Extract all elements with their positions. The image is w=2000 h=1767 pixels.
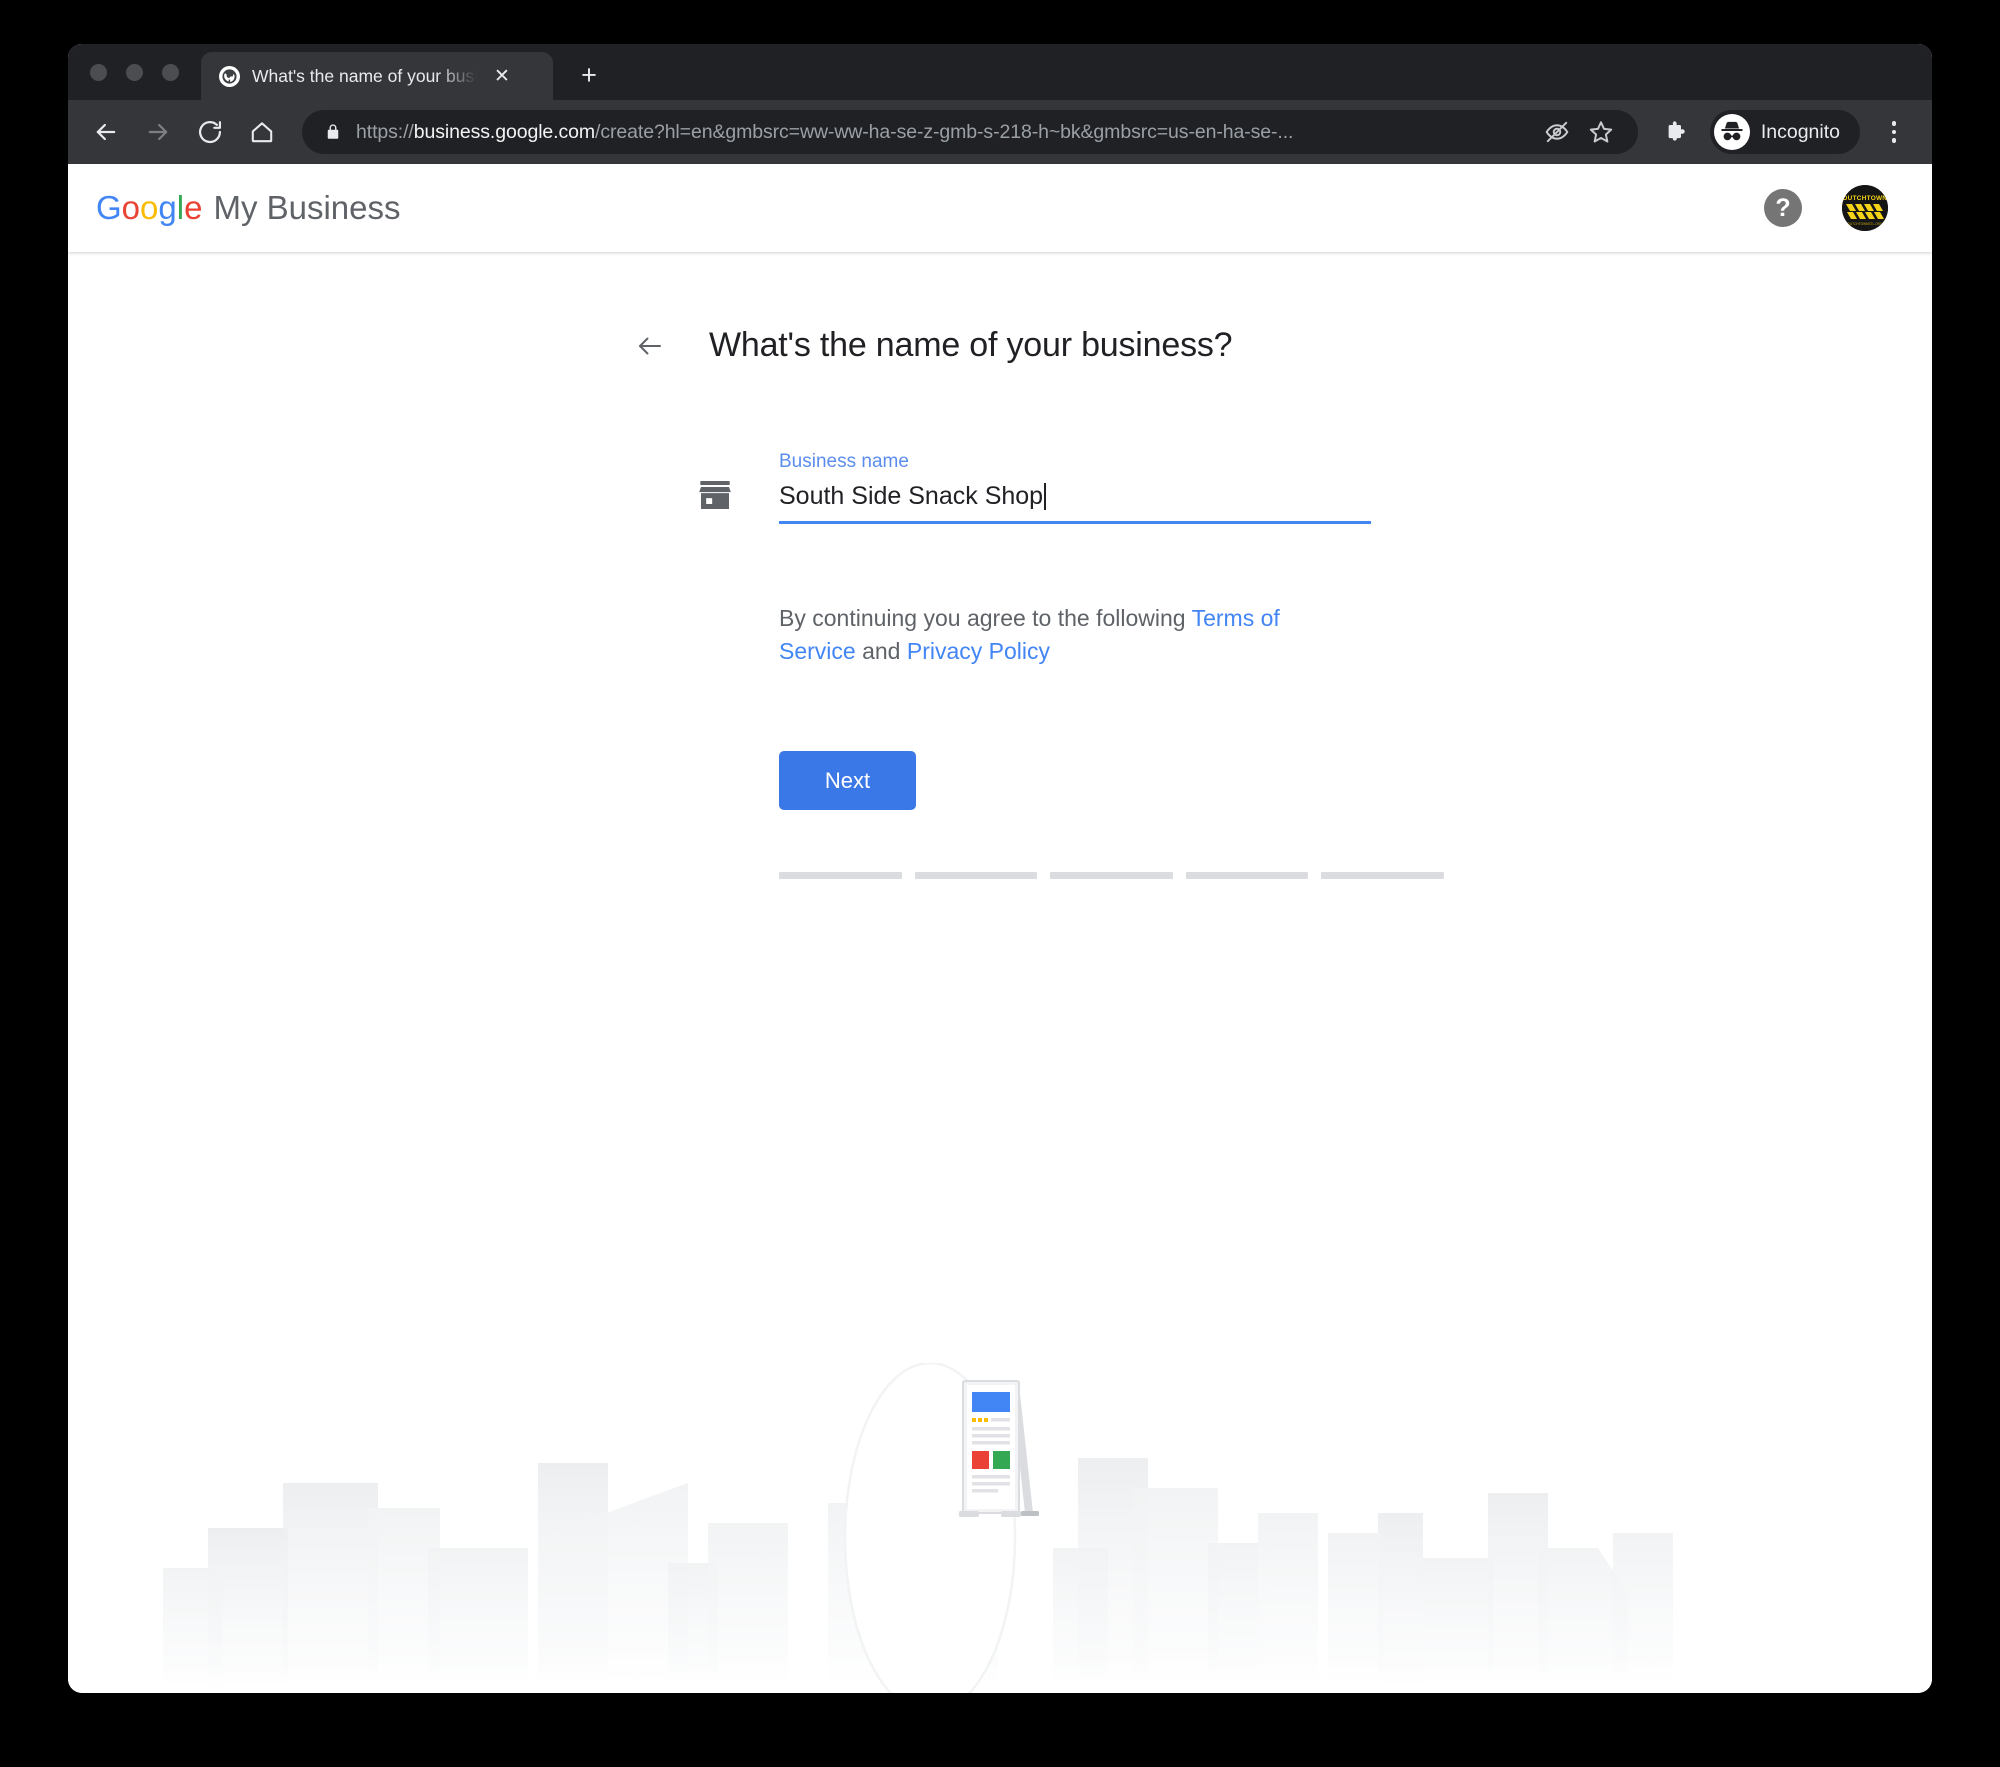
business-name-value: South Side Snack Shop xyxy=(779,482,1044,510)
terms-text: By continuing you agree to the following… xyxy=(635,602,1335,667)
logo-letter-o1: o xyxy=(121,189,141,226)
terms-middle: and xyxy=(855,637,907,664)
progress-segment xyxy=(1321,872,1444,880)
url-text: https://business.google.com/create?hl=en… xyxy=(356,121,1293,144)
tab-strip: What's the name of your busin ✕ + xyxy=(68,44,1932,100)
terms-prefix: By continuing you agree to the following xyxy=(779,605,1192,631)
create-business-form: What's the name of your business? Busine… xyxy=(68,252,1932,880)
question-mark-icon[interactable]: ? xyxy=(1764,189,1802,227)
page-title: What's the name of your business? xyxy=(709,326,1233,364)
logo-letter-e: e xyxy=(184,189,203,226)
address-bar[interactable]: https://business.google.com/create?hl=en… xyxy=(302,110,1638,154)
business-name-field-row: Business name South Side Snack Shop xyxy=(635,451,1371,524)
business-name-field: Business name South Side Snack Shop xyxy=(779,451,1371,524)
incognito-label: Incognito xyxy=(1760,120,1840,143)
form-wrapper: What's the name of your business? Busine… xyxy=(629,326,1444,880)
lock-icon xyxy=(324,123,342,141)
forward-icon[interactable] xyxy=(134,108,182,156)
home-icon[interactable] xyxy=(238,108,286,156)
progress-segment xyxy=(914,872,1038,880)
window-controls xyxy=(90,44,179,100)
business-name-input[interactable]: South Side Snack Shop xyxy=(779,482,1371,524)
google-wordmark: Google xyxy=(96,189,202,227)
sandwich-board-sign-illustration xyxy=(945,1373,1055,1523)
page-content: Google My Business ? DUTCHTOWN DUTCHTOWN… xyxy=(68,164,1932,1693)
url-scheme: https:// xyxy=(356,120,414,143)
privacy-policy-link[interactable]: Privacy Policy xyxy=(907,638,1050,664)
app-header-actions: ? DUTCHTOWN DUTCHTOWNSTL.ORG xyxy=(1764,185,1888,231)
menu-dot xyxy=(1891,129,1897,135)
back-icon[interactable] xyxy=(82,108,130,156)
incognito-hat-icon xyxy=(1713,114,1750,150)
new-tab-button[interactable]: + xyxy=(567,53,611,97)
business-name-label: Business name xyxy=(779,451,909,472)
title-row: What's the name of your business? xyxy=(635,326,1371,365)
logo-letter-g: G xyxy=(96,189,122,226)
text-caret xyxy=(1044,483,1047,510)
three-dots-icon[interactable] xyxy=(1874,110,1914,154)
avatar[interactable]: DUTCHTOWN DUTCHTOWNSTL.ORG xyxy=(1842,185,1888,231)
close-icon[interactable]: ✕ xyxy=(489,63,515,89)
eye-slash-icon[interactable] xyxy=(1536,111,1578,153)
storefront-icon xyxy=(695,475,735,515)
logo-letter-o2: o xyxy=(140,189,159,226)
omnibox-actions xyxy=(1536,111,1622,153)
window-close-button[interactable] xyxy=(90,63,107,81)
logo-letter-g2: g xyxy=(158,189,177,226)
menu-dot xyxy=(1891,138,1897,143)
tab-title: What's the name of your busin xyxy=(252,65,477,86)
svg-text:DUTCHTOWNSTL.ORG: DUTCHTOWNSTL.ORG xyxy=(1848,222,1883,226)
window-maximize-button[interactable] xyxy=(162,63,179,81)
progress-segment xyxy=(1185,872,1309,880)
google-my-business-logo: Google My Business xyxy=(96,189,401,227)
arrow-left-icon[interactable] xyxy=(635,331,665,361)
incognito-profile-chip[interactable]: Incognito xyxy=(1709,110,1860,154)
url-host: business.google.com xyxy=(413,120,596,143)
reload-icon[interactable] xyxy=(186,108,234,156)
progress-stepper xyxy=(779,872,1444,880)
next-button[interactable]: Next xyxy=(779,751,916,811)
url-path: /create?hl=en&gmbsrc=ww-ww-ha-se-z-gmb-s… xyxy=(595,120,1294,143)
logo-letter-l: l xyxy=(176,189,185,226)
progress-segment xyxy=(1050,872,1173,880)
svg-text:DUTCHTOWN: DUTCHTOWN xyxy=(1843,195,1888,202)
app-header: Google My Business ? DUTCHTOWN DUTCHTOWN… xyxy=(68,164,1932,252)
progress-segment xyxy=(779,872,902,880)
star-icon[interactable] xyxy=(1580,111,1622,153)
browser-window: What's the name of your busin ✕ + https:… xyxy=(68,44,1932,1693)
globe-icon xyxy=(219,65,240,87)
my-business-label: My Business xyxy=(213,189,401,226)
window-minimize-button[interactable] xyxy=(126,63,143,81)
puzzle-piece-icon[interactable] xyxy=(1656,111,1698,153)
browser-toolbar: https://business.google.com/create?hl=en… xyxy=(68,100,1932,164)
menu-dot xyxy=(1891,121,1897,126)
browser-tab[interactable]: What's the name of your busin ✕ xyxy=(201,52,553,100)
